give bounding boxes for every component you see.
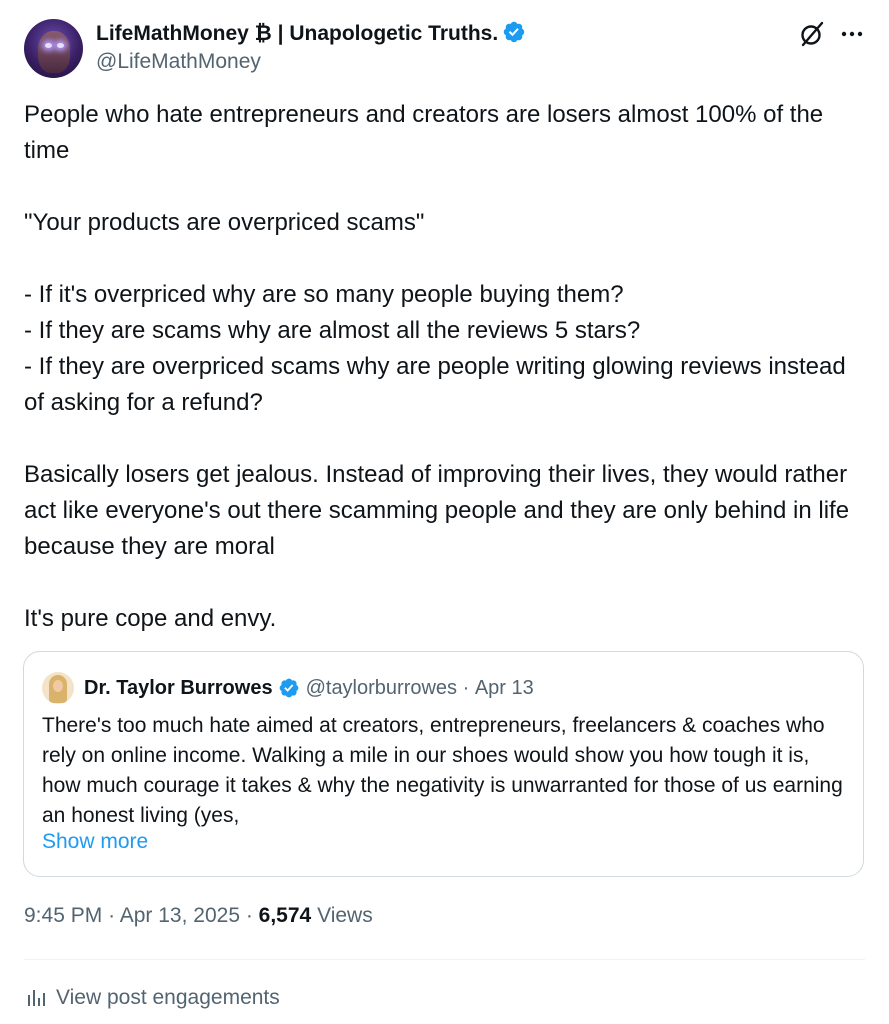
paragraph-spacer <box>24 421 854 457</box>
view-engagements-label[interactable]: View post engagements <box>56 986 280 1010</box>
author-avatar[interactable] <box>24 19 83 78</box>
separator-dot: · <box>245 904 259 927</box>
quoted-author-handle: @taylorburrowes <box>305 676 458 699</box>
post-body: People who hate entrepreneurs and creato… <box>24 97 854 637</box>
analytics-icon <box>24 986 48 1010</box>
post-paragraph: Basically losers get jealous. Instead of… <box>24 461 856 560</box>
quoted-post-date: Apr 13 <box>474 676 534 699</box>
paragraph-spacer <box>24 169 854 205</box>
post-date[interactable]: Apr 13, 2025 <box>120 904 240 927</box>
more-options-icon[interactable] <box>838 20 866 48</box>
quoted-author-avatar <box>42 672 74 704</box>
post-time[interactable]: 9:45 PM <box>24 904 102 927</box>
post-paragraph: People who hate entrepreneurs and creato… <box>24 101 830 164</box>
verified-badge-icon <box>502 20 526 50</box>
post-paragraph: - If it's overpriced why are so many peo… <box>24 281 846 416</box>
post-paragraph: It's pure cope and envy. <box>24 605 277 632</box>
author-display-name[interactable]: LifeMathMoney ₿ | Unapologetic Truths. <box>96 22 498 45</box>
post-paragraph: "Your products are overpriced scams" <box>24 209 425 236</box>
quoted-author-name: Dr. Taylor Burrowes <box>84 676 273 699</box>
quoted-post-header: Dr. Taylor Burrowes @taylorburrowes · Ap… <box>42 672 534 704</box>
separator-dot: · <box>108 904 120 927</box>
separator-dot: · <box>457 676 475 699</box>
quoted-post-text: There's too much hate aimed at creators,… <box>42 714 843 827</box>
author-handle[interactable]: @LifeMathMoney <box>96 50 261 74</box>
quoted-post-card[interactable]: Dr. Taylor Burrowes @taylorburrowes · Ap… <box>23 651 864 877</box>
author-name-row[interactable]: LifeMathMoney ₿ | Unapologetic Truths. <box>96 20 526 50</box>
verified-badge-icon <box>278 677 300 699</box>
grok-icon[interactable] <box>798 20 826 48</box>
show-more-link[interactable]: Show more <box>42 830 148 854</box>
post-metadata: 9:45 PM · Apr 13, 2025 · 6,574 Views <box>24 904 373 928</box>
views-count: 6,574 <box>258 904 312 927</box>
view-engagements-link[interactable]: View post engagements <box>24 986 280 1010</box>
paragraph-spacer <box>24 565 854 601</box>
divider <box>24 959 865 960</box>
paragraph-spacer <box>24 241 854 277</box>
views-label: Views <box>317 904 373 927</box>
